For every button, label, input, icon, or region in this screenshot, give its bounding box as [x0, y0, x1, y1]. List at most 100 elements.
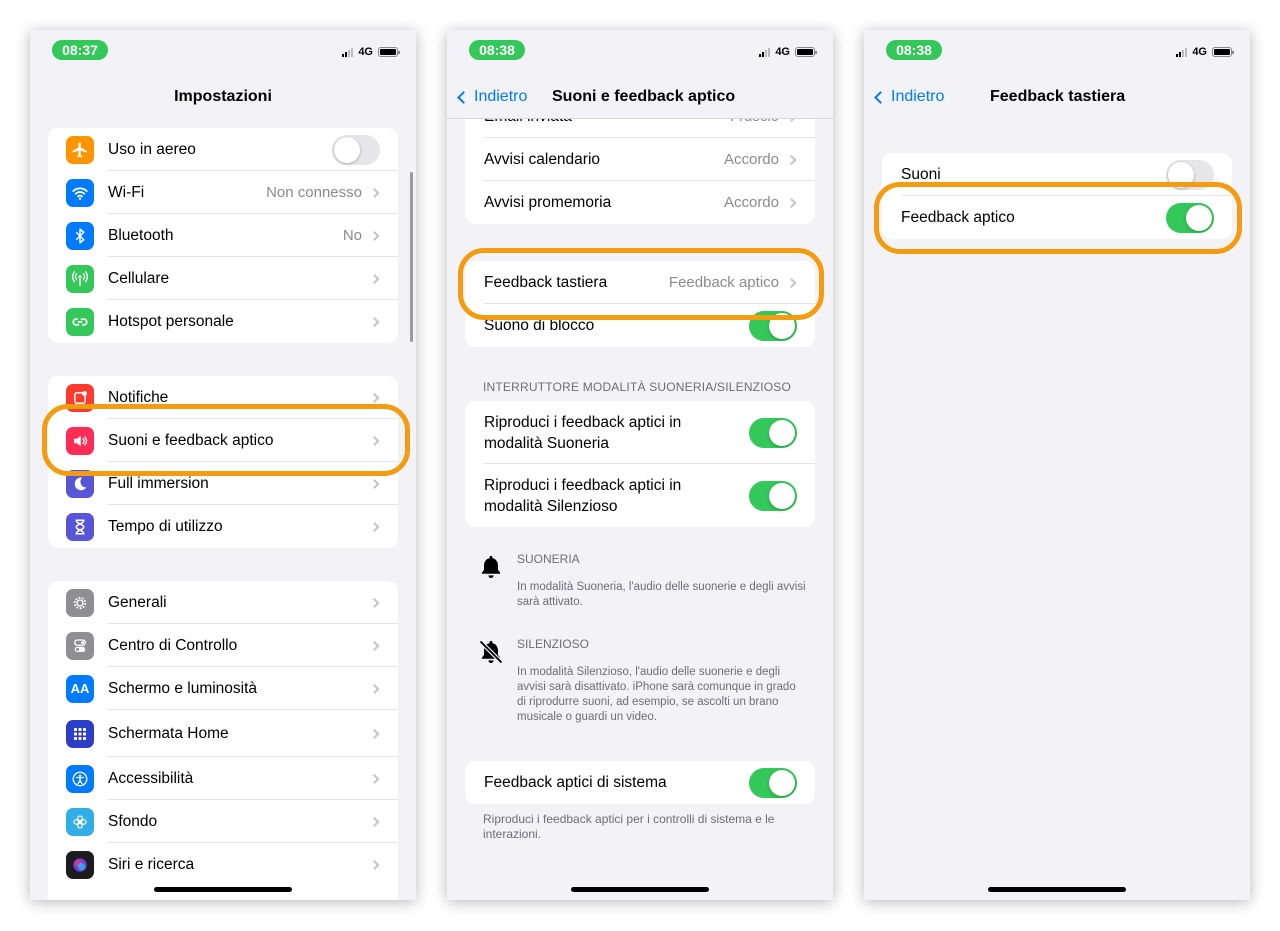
- page-title: Impostazioni: [174, 88, 272, 105]
- settings-group-system-haptics: Feedback aptici di sistema: [465, 761, 815, 804]
- siri-icon: [66, 850, 94, 879]
- ring-mode-description: In modalità Suoneria, l'audio delle suon…: [517, 581, 806, 608]
- keyboard-feedback-value: Feedback aptico: [668, 274, 779, 291]
- home-indicator[interactable]: [571, 887, 709, 892]
- signal-icon: [342, 47, 354, 57]
- chevron-right-icon: [786, 197, 797, 208]
- settings-row-display[interactable]: AA Schermo e luminosità: [48, 667, 398, 710]
- settings-row-cellular[interactable]: Cellulare: [48, 257, 398, 300]
- settings-row-label: Suono di blocco: [484, 316, 595, 334]
- settings-row-label: Wi-Fi: [108, 183, 145, 201]
- chevron-right-icon: [369, 392, 380, 403]
- settings-row-label: Avvisi promemoria: [484, 193, 612, 211]
- gear-icon: [66, 588, 94, 617]
- settings-row-screen-time[interactable]: Tempo di utilizzo: [48, 505, 398, 548]
- settings-row-system-haptics[interactable]: Feedback aptici di sistema: [465, 761, 815, 804]
- speaker-icon: [66, 426, 94, 455]
- settings-row-label: Centro di Controllo: [108, 636, 238, 654]
- settings-row-calendar-alerts[interactable]: Avvisi calendario Accordo: [465, 138, 815, 181]
- settings-row-focus[interactable]: Full immersion: [48, 462, 398, 505]
- settings-row-general[interactable]: Generali: [48, 581, 398, 624]
- chevron-right-icon: [369, 435, 380, 446]
- settings-row-keyboard-sounds[interactable]: Suoni: [882, 153, 1232, 196]
- settings-row-wifi[interactable]: Wi-Fi Non connesso: [48, 171, 398, 214]
- chevron-right-icon: [369, 597, 380, 608]
- settings-row-keyboard-haptic[interactable]: Feedback aptico: [882, 196, 1232, 239]
- settings-row-reminder-alerts[interactable]: Avvisi promemoria Accordo: [465, 181, 815, 224]
- settings-row-label: Generali: [108, 593, 167, 611]
- signal-icon: [1176, 47, 1188, 57]
- settings-group-keyboard-feedback: Suoni Feedback aptico: [882, 153, 1232, 239]
- nav-bar: Indietro Suoni e feedback aptico: [447, 74, 833, 119]
- settings-row-label: Uso in aereo: [108, 140, 196, 158]
- back-button[interactable]: Indietro: [457, 88, 527, 106]
- settings-row-home-screen[interactable]: Schermata Home: [48, 710, 398, 757]
- settings-row-hotspot[interactable]: Hotspot personale: [48, 300, 398, 343]
- home-indicator[interactable]: [154, 887, 292, 892]
- settings-row-sounds-haptics[interactable]: Suoni e feedback aptico: [48, 419, 398, 462]
- settings-row-label: Riproduci i feedback aptici in modalità S…: [484, 476, 682, 515]
- status-time: 08:38: [469, 40, 525, 60]
- chevron-right-icon: [786, 154, 797, 165]
- status-time: 08:37: [52, 40, 108, 60]
- settings-row-label: Bluetooth: [108, 226, 174, 244]
- bell-slash-icon: [479, 640, 503, 664]
- chevron-right-icon: [369, 728, 380, 739]
- settings-group-keyboard: Feedback tastiera Feedback aptico Suono …: [465, 261, 815, 347]
- settings-row-siri[interactable]: Siri e ricerca: [48, 843, 398, 886]
- settings-group-notifications: Notifiche Suoni e feedback aptico Full i…: [48, 376, 398, 548]
- haptics-ring-toggle[interactable]: [749, 417, 797, 448]
- status-bar: 08:38 4G: [864, 30, 1250, 74]
- chevron-right-icon: [369, 683, 380, 694]
- settings-row-label: Schermata Home: [108, 724, 229, 742]
- settings-row-accessibility[interactable]: Accessibilità: [48, 757, 398, 800]
- back-button-label: Indietro: [891, 88, 945, 105]
- chevron-left-icon: [874, 90, 887, 104]
- chevron-right-icon: [369, 478, 380, 489]
- nav-bar: Impostazioni: [30, 74, 416, 119]
- network-type: 4G: [1192, 46, 1207, 58]
- airplane-toggle[interactable]: [332, 134, 380, 165]
- settings-row-label: Feedback aptico: [901, 208, 1015, 226]
- ring-mode-info: SUONERIA In modalità Suoneria, l'audio d…: [477, 552, 807, 622]
- settings-row-wallpaper[interactable]: Sfondo: [48, 800, 398, 843]
- nav-bar: Indietro Feedback tastiera: [864, 74, 1250, 119]
- keyboard-sounds-toggle[interactable]: [1166, 159, 1214, 190]
- chevron-right-icon: [369, 230, 380, 241]
- bluetooth-status-value: No: [342, 227, 362, 244]
- silent-mode-description: In modalità Silenzioso, l'audio delle su…: [517, 666, 796, 723]
- settings-row-bluetooth[interactable]: Bluetooth No: [48, 214, 398, 257]
- battery-icon: [1212, 47, 1234, 57]
- settings-row-haptics-silent[interactable]: Riproduci i feedback aptici in modalità S…: [465, 464, 815, 527]
- settings-row-lock-sound[interactable]: Suono di blocco: [465, 304, 815, 347]
- home-indicator[interactable]: [988, 887, 1126, 892]
- chevron-right-icon: [369, 773, 380, 784]
- settings-row-keyboard-feedback[interactable]: Feedback tastiera Feedback aptico: [465, 261, 815, 304]
- antenna-icon: [66, 264, 94, 293]
- chevron-right-icon: [369, 316, 380, 327]
- system-haptics-toggle[interactable]: [749, 767, 797, 798]
- haptics-silent-toggle[interactable]: [749, 480, 797, 511]
- lock-sound-toggle[interactable]: [749, 310, 797, 341]
- settings-row-notifications[interactable]: Notifiche: [48, 376, 398, 419]
- settings-row-label: Full immersion: [108, 474, 209, 492]
- settings-row-label: Feedback aptici di sistema: [484, 773, 667, 791]
- settings-group-general: Generali Centro di Controllo AA Schermo …: [48, 581, 398, 900]
- phone-screen-settings: 08:37 4G Impostazioni Uso in aereo Wi-Fi…: [30, 30, 416, 900]
- settings-row-label: Notifiche: [108, 388, 169, 406]
- settings-row-label: Suoni: [901, 165, 941, 183]
- settings-row-label: Sfondo: [108, 812, 158, 830]
- status-bar: 08:38 4G: [447, 30, 833, 74]
- settings-row-airplane[interactable]: Uso in aereo: [48, 128, 398, 171]
- scroll-indicator[interactable]: [410, 172, 413, 342]
- keyboard-haptic-toggle[interactable]: [1166, 202, 1214, 233]
- settings-group-ring-silent: Riproduci i feedback aptici in modalità S…: [465, 401, 815, 527]
- bluetooth-icon: [66, 221, 94, 250]
- text-size-icon: AA: [66, 674, 94, 703]
- settings-row-control-center[interactable]: Centro di Controllo: [48, 624, 398, 667]
- status-indicators: 4G: [342, 46, 400, 58]
- chevron-right-icon: [369, 273, 380, 284]
- silent-mode-info: SILENZIOSO In modalità Silenzioso, l'aud…: [477, 637, 807, 747]
- back-button[interactable]: Indietro: [874, 88, 945, 106]
- settings-row-haptics-ring[interactable]: Riproduci i feedback aptici in modalità S…: [465, 401, 815, 464]
